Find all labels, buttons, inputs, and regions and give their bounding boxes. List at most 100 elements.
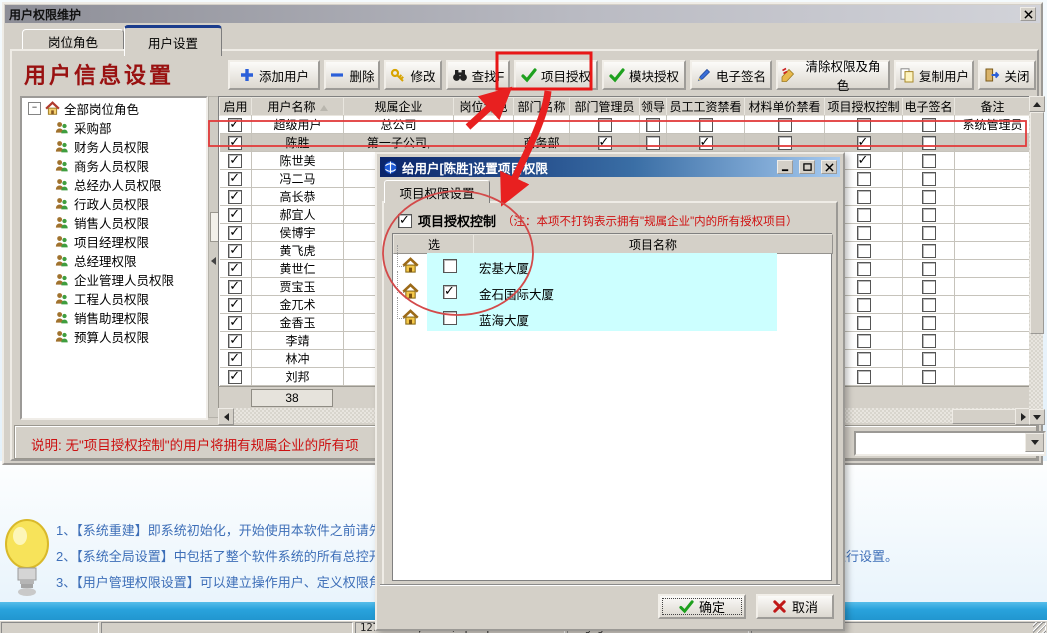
checkbox[interactable] (857, 334, 871, 348)
col-header-9[interactable]: 项目授权控制 (825, 98, 903, 116)
checkbox[interactable] (228, 226, 242, 240)
project-row-宏基大厦[interactable]: 宏基大厦 (393, 253, 831, 279)
checkbox[interactable] (857, 280, 871, 294)
copy-user-button[interactable]: 复制用户 (894, 60, 974, 90)
close-button[interactable] (1020, 7, 1036, 21)
h-scroll-thumb[interactable] (952, 409, 1016, 424)
checkbox[interactable] (778, 118, 792, 132)
checkbox[interactable] (228, 298, 242, 312)
close-button[interactable]: 关闭 (978, 60, 1036, 90)
checkbox[interactable] (922, 352, 936, 366)
checkbox[interactable] (228, 316, 242, 330)
project-checkbox[interactable] (443, 259, 457, 273)
checkbox[interactable] (228, 244, 242, 258)
checkbox[interactable] (857, 154, 871, 168)
checkbox[interactable] (646, 136, 660, 150)
checkbox[interactable] (922, 172, 936, 186)
sidebar-item-role-7[interactable]: 总经理权限 (22, 251, 206, 270)
checkbox[interactable] (922, 190, 936, 204)
col-header-1[interactable]: 用户名称 (252, 98, 344, 116)
checkbox[interactable] (228, 118, 242, 132)
project-row-蓝海大厦[interactable]: 蓝海大厦 (393, 305, 831, 331)
checkbox[interactable] (922, 280, 936, 294)
col-header-8[interactable]: 材料单价禁看 (745, 98, 825, 116)
checkbox[interactable] (228, 172, 242, 186)
sidebar-item-role-9[interactable]: 工程人员权限 (22, 289, 206, 308)
tab-user-settings[interactable]: 用户设置 (124, 25, 222, 56)
checkbox[interactable] (922, 118, 936, 132)
checkbox[interactable] (922, 154, 936, 168)
checkbox[interactable] (699, 118, 713, 132)
main-titlebar[interactable]: 用户权限维护 (5, 5, 1040, 23)
col-header-10[interactable]: 电子签名 (903, 98, 955, 116)
find-button[interactable]: 查找F (446, 60, 510, 90)
col-header-4[interactable]: 部门名称 (514, 98, 570, 116)
checkbox[interactable] (857, 136, 871, 150)
checkbox[interactable] (857, 226, 871, 240)
sidebar-item-role-10[interactable]: 销售助理权限 (22, 308, 206, 327)
sidebar-item-role-11[interactable]: 预算人员权限 (22, 327, 206, 346)
table-row-超级用户[interactable]: 超级用户总公司系统管理员 (220, 116, 1031, 134)
project-auth-button[interactable]: 项目授权 (514, 60, 598, 90)
checkbox[interactable] (228, 190, 242, 204)
col-header-0[interactable]: 启用 (220, 98, 252, 116)
sidebar-item-role-0[interactable]: 采购部 (22, 118, 206, 137)
project-checkbox[interactable] (443, 285, 457, 299)
col-header-3[interactable]: 岗位角色 (454, 98, 514, 116)
scroll-left-button[interactable] (218, 408, 234, 425)
dropdown-button[interactable] (1025, 433, 1044, 452)
checkbox[interactable] (922, 370, 936, 384)
col-header-7[interactable]: 员工工资禁看 (667, 98, 745, 116)
checkbox[interactable] (857, 190, 871, 204)
checkbox[interactable] (922, 208, 936, 222)
sidebar-item-role-8[interactable]: 企业管理人员权限 (22, 270, 206, 289)
checkbox[interactable] (646, 118, 660, 132)
table-row-陈胜[interactable]: 陈胜第一子公司,商务部 (220, 134, 1031, 152)
col-header-5[interactable]: 部门管理员 (570, 98, 640, 116)
checkbox[interactable] (857, 262, 871, 276)
checkbox[interactable] (857, 370, 871, 384)
checkbox[interactable] (857, 298, 871, 312)
checkbox[interactable] (922, 136, 936, 150)
checkbox[interactable] (922, 262, 936, 276)
modify-button[interactable]: 修改 (384, 60, 442, 90)
resize-grip[interactable] (1033, 622, 1046, 633)
sidebar-item-role-3[interactable]: 总经办人员权限 (22, 175, 206, 194)
add-user-button[interactable]: 添加用户 (228, 60, 320, 90)
checkbox[interactable] (598, 136, 612, 150)
sidebar-item-role-5[interactable]: 销售人员权限 (22, 213, 206, 232)
checkbox[interactable] (598, 118, 612, 132)
collapse-box-icon[interactable]: − (28, 102, 41, 115)
checkbox[interactable] (922, 316, 936, 330)
dialog-titlebar[interactable]: 给用户[陈胜]设置项目权限 (380, 157, 840, 177)
col-header-6[interactable]: 领导 (640, 98, 667, 116)
project-auth-checkbox[interactable] (398, 214, 412, 228)
checkbox[interactable] (228, 154, 242, 168)
clear-perm-role-button[interactable]: 清除权限及角色 (776, 60, 890, 90)
project-row-金石国际大厦[interactable]: 金石国际大厦 (393, 279, 831, 305)
checkbox[interactable] (228, 136, 242, 150)
scroll-up-button[interactable] (1029, 96, 1045, 112)
col-header-11[interactable]: 备注 (955, 98, 1031, 116)
sidebar-item-role-1[interactable]: 财务人员权限 (22, 137, 206, 156)
checkbox[interactable] (922, 244, 936, 258)
sidebar-item-role-2[interactable]: 商务人员权限 (22, 156, 206, 175)
dialog-close-button[interactable] (821, 160, 837, 174)
checkbox[interactable] (857, 118, 871, 132)
esign-button[interactable]: 电子签名 (690, 60, 772, 90)
checkbox[interactable] (228, 352, 242, 366)
checkbox[interactable] (228, 334, 242, 348)
v-scroll-thumb[interactable] (1030, 112, 1044, 334)
checkbox[interactable] (922, 298, 936, 312)
scroll-down-button[interactable] (1029, 409, 1045, 425)
checkbox[interactable] (857, 208, 871, 222)
checkbox[interactable] (922, 334, 936, 348)
checkbox[interactable] (228, 370, 242, 384)
project-checkbox[interactable] (443, 311, 457, 325)
v-scrollbar[interactable] (1029, 96, 1043, 423)
sidebar-item-role-6[interactable]: 项目经理权限 (22, 232, 206, 251)
checkbox[interactable] (228, 262, 242, 276)
tab-project-permission[interactable]: 项目权限设置 (384, 180, 490, 203)
checkbox[interactable] (857, 172, 871, 186)
checkbox[interactable] (228, 208, 242, 222)
